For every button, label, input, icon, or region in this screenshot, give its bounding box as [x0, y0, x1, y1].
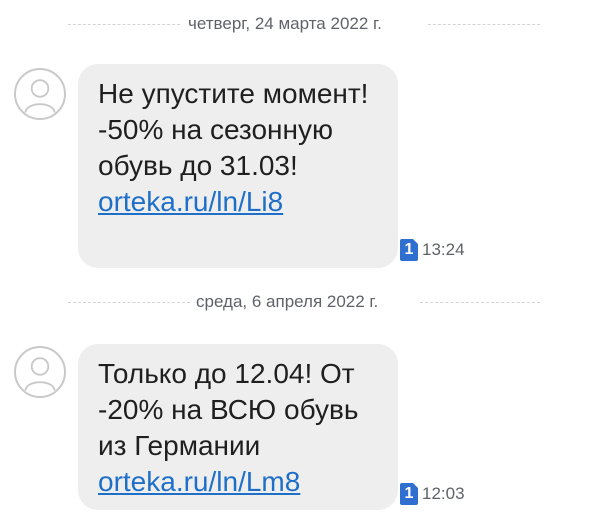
contact-avatar-icon[interactable]: [14, 346, 66, 398]
message-bubble[interactable]: Только до 12.04! От -20% на ВСЮ обувь из…: [78, 344, 398, 510]
message-body: Только до 12.04! От -20% на ВСЮ обувь из…: [98, 358, 359, 461]
message-bubble[interactable]: Не упустите момент! -50% на сезонную обу…: [78, 64, 398, 268]
date-divider-line-left: [68, 24, 180, 25]
date-divider-line-right: [420, 302, 540, 303]
message-body: Не упустите момент! -50% на сезонную обу…: [98, 78, 369, 181]
date-divider-line-left: [68, 302, 190, 303]
date-label: среда, 6 апреля 2022 г.: [196, 292, 379, 311]
date-divider-line-right: [428, 24, 540, 25]
message-time: 13:24: [422, 240, 465, 259]
sim-card-icon: 1: [400, 483, 418, 505]
date-separator: четверг, 24 марта 2022 г.: [0, 12, 608, 36]
date-label: четверг, 24 марта 2022 г.: [188, 14, 382, 33]
message-meta: 1 12:03: [400, 482, 465, 506]
message-text: Не упустите момент! -50% на сезонную обу…: [98, 76, 378, 220]
message-link[interactable]: orteka.ru/ln/Lm8: [98, 466, 300, 497]
sim-card-icon: 1: [400, 239, 418, 261]
message-link[interactable]: orteka.ru/ln/Li8: [98, 186, 283, 217]
message-text: Только до 12.04! От -20% на ВСЮ обувь из…: [98, 356, 378, 500]
contact-avatar-icon[interactable]: [14, 68, 66, 120]
message-meta: 1 13:24: [400, 238, 465, 262]
date-separator: среда, 6 апреля 2022 г.: [0, 290, 608, 314]
message-time: 12:03: [422, 484, 465, 503]
